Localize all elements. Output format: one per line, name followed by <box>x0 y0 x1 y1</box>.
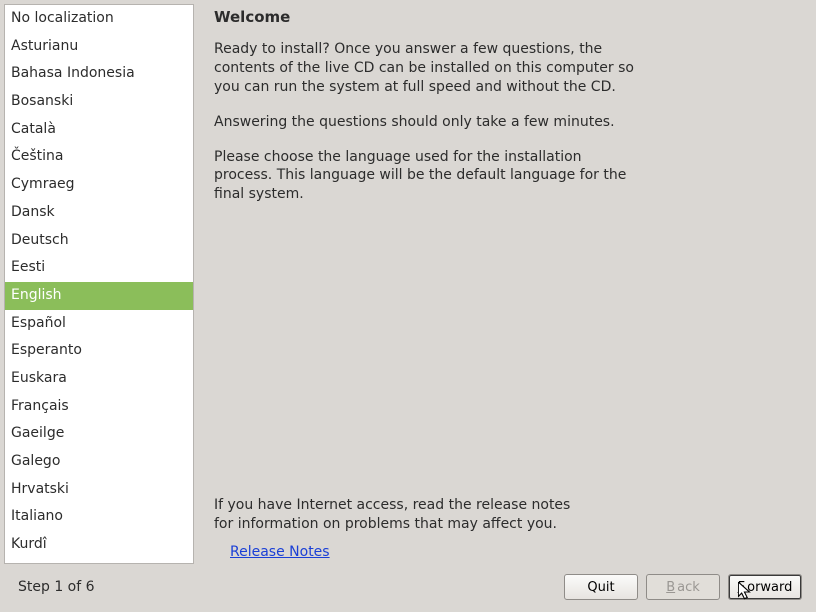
welcome-para-1: Ready to install? Once you answer a few … <box>214 40 644 97</box>
language-item[interactable]: Galego <box>5 448 193 476</box>
release-notes-intro: If you have Internet access, read the re… <box>214 496 574 534</box>
language-item[interactable]: Español <box>5 310 193 338</box>
release-notes-link[interactable]: Release Notes <box>230 544 330 560</box>
language-item[interactable]: Eesti <box>5 254 193 282</box>
forward-button[interactable]: Forward <box>728 574 802 600</box>
language-item[interactable]: No localization <box>5 5 193 33</box>
language-item[interactable]: Bosanski <box>5 88 193 116</box>
content-panel: Welcome Ready to install? Once you answe… <box>194 0 816 568</box>
footer-bar: Step 1 of 6 Quit Back Forward <box>0 568 816 612</box>
language-item[interactable]: Latviski <box>5 559 193 563</box>
language-item[interactable]: Dansk <box>5 199 193 227</box>
language-item[interactable]: Italiano <box>5 503 193 531</box>
language-panel: No localizationAsturianuBahasa Indonesia… <box>4 4 194 564</box>
language-list[interactable]: No localizationAsturianuBahasa Indonesia… <box>5 5 193 563</box>
language-item[interactable]: Deutsch <box>5 227 193 255</box>
quit-button[interactable]: Quit <box>564 574 638 600</box>
welcome-para-2: Answering the questions should only take… <box>214 113 644 132</box>
main-area: No localizationAsturianuBahasa Indonesia… <box>0 0 816 568</box>
language-item[interactable]: Kurdî <box>5 531 193 559</box>
language-item[interactable]: Bahasa Indonesia <box>5 60 193 88</box>
welcome-heading: Welcome <box>214 8 798 26</box>
language-item[interactable]: Cymraeg <box>5 171 193 199</box>
language-item[interactable]: Hrvatski <box>5 476 193 504</box>
back-button[interactable]: Back <box>646 574 720 600</box>
language-item[interactable]: Català <box>5 116 193 144</box>
language-item[interactable]: Esperanto <box>5 337 193 365</box>
language-item[interactable]: Français <box>5 393 193 421</box>
language-item[interactable]: Euskara <box>5 365 193 393</box>
language-item[interactable]: Čeština <box>5 143 193 171</box>
release-notes-block: If you have Internet access, read the re… <box>214 496 798 560</box>
step-label: Step 1 of 6 <box>18 579 95 595</box>
language-item[interactable]: Asturianu <box>5 33 193 61</box>
language-item[interactable]: Gaeilge <box>5 420 193 448</box>
welcome-para-3: Please choose the language used for the … <box>214 148 644 205</box>
language-item[interactable]: English <box>5 282 193 310</box>
